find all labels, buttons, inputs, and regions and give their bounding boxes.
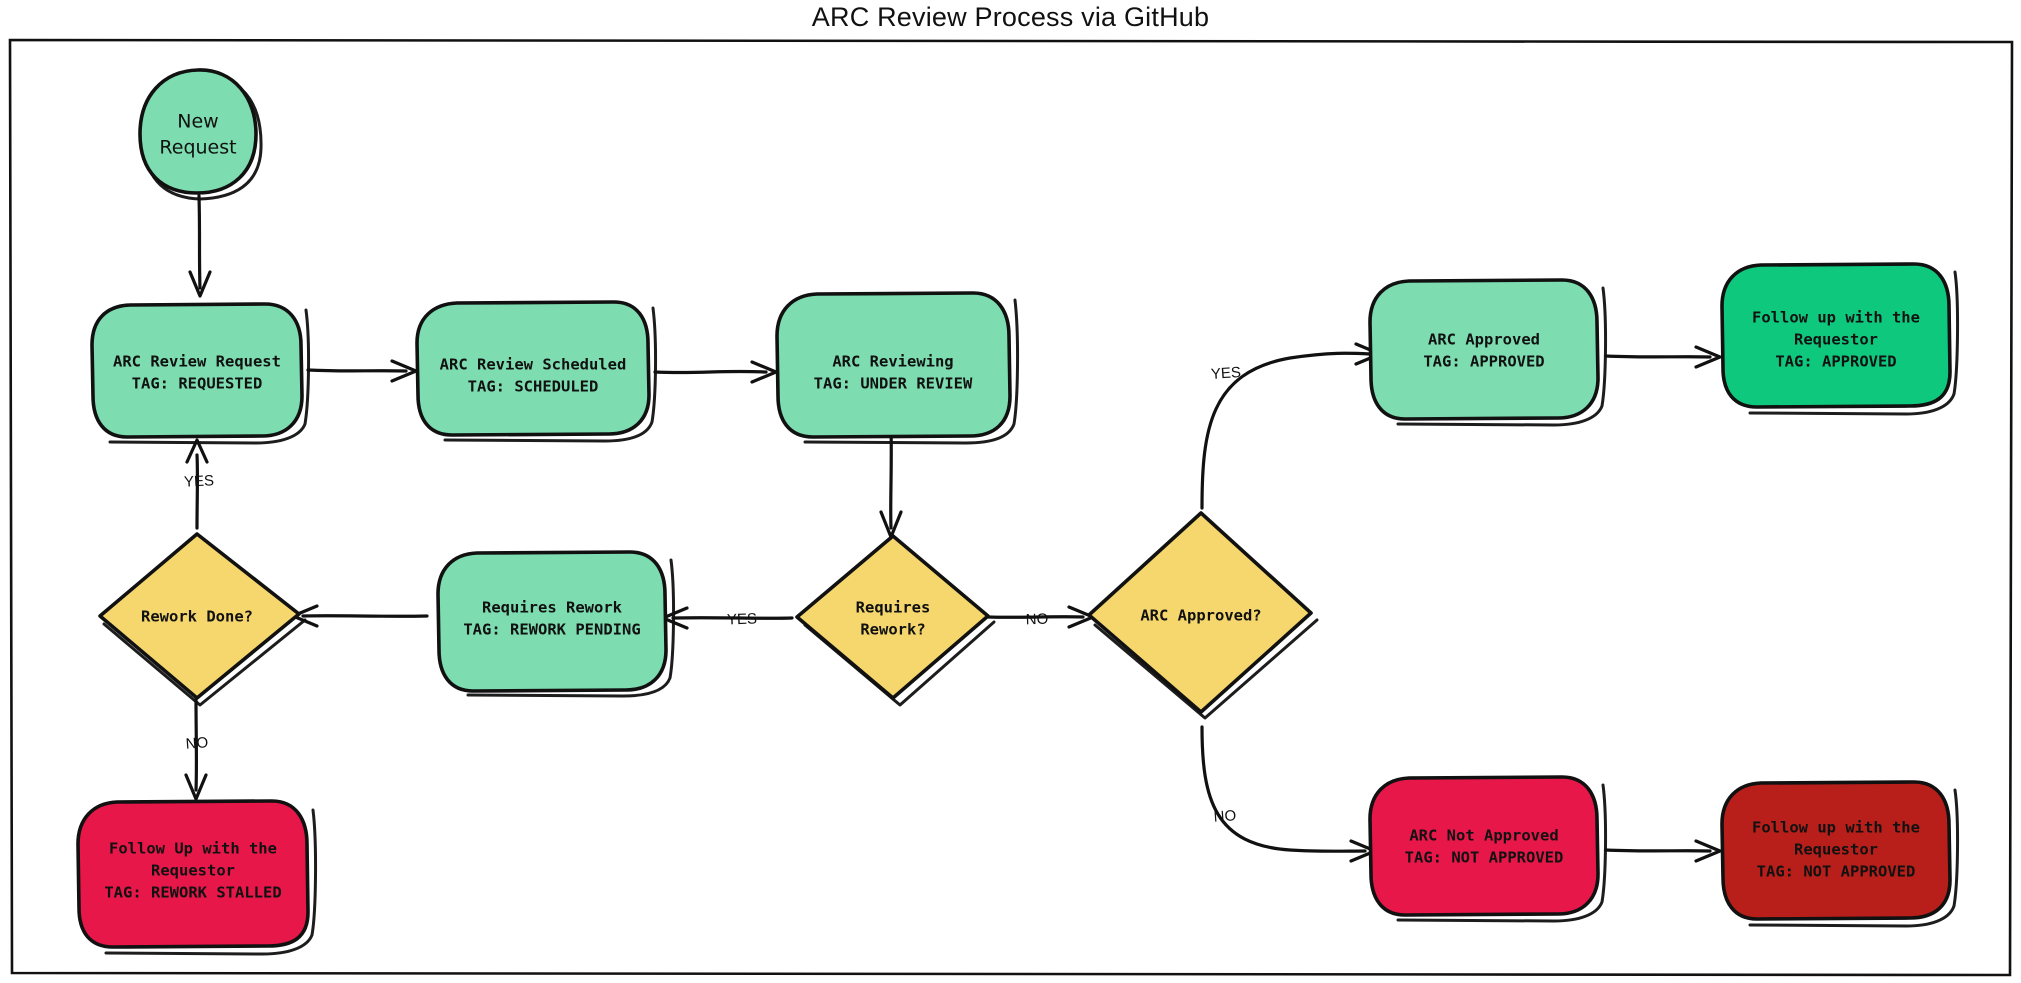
diagram-frame (8, 38, 2014, 977)
node-arc-approved-shape (1368, 278, 1600, 421)
edge-arc-approved-no (1200, 725, 1367, 853)
node-rework-done-line1: Rework Done? (141, 608, 253, 626)
node-arc-not-approved-shape (1368, 775, 1600, 917)
node-reviewing-line1: ARC Reviewing (832, 353, 953, 371)
node-arc-not-approved-line1: ARC Not Approved (1409, 827, 1558, 845)
node-arc-approved-decision-line1: ARC Approved? (1140, 607, 1261, 625)
node-requested-line2: TAG: REQUESTED (132, 375, 263, 393)
node-rework-stalled-line2: Requestor (151, 862, 235, 880)
node-requires-rework-state-line1: Requires Rework (482, 599, 623, 617)
edge-requested-to-scheduled (306, 368, 408, 373)
diagram-canvas: ARC Review Process via GitHub YES NO YES… (0, 0, 2021, 983)
node-requires-rework-decision[interactable]: Requires Rework? (795, 534, 996, 707)
node-followup-not-approved[interactable]: Follow up with the Requestor TAG: NOT AP… (1720, 780, 1960, 928)
edge-label-requires-rework-no: NO (1025, 611, 1048, 629)
node-requires-rework-line2: Rework? (860, 621, 925, 639)
node-arc-review-request[interactable]: ARC Review Request TAG: REQUESTED (90, 302, 311, 445)
edge-arc-approved-to-followup (1604, 354, 1712, 359)
edge-arc-not-approved-to-followup (1604, 848, 1712, 853)
node-arc-approved[interactable]: ARC Approved TAG: APPROVED (1368, 278, 1608, 427)
node-followup-not-approved-line3: TAG: NOT APPROVED (1757, 863, 1916, 881)
edge-labels-group: YES NO YES NO YES NO (184, 364, 1242, 826)
node-start[interactable]: New Request (138, 68, 263, 201)
node-requires-rework-state[interactable]: Requires Rework TAG: REWORK PENDING (436, 550, 676, 698)
edge-rework-state-to-rework-done (301, 614, 429, 618)
node-arc-approved-line1: ARC Approved (1428, 331, 1540, 349)
node-arc-review-scheduled[interactable]: ARC Review Scheduled TAG: SCHEDULED (415, 300, 658, 443)
node-followup-not-approved-line2: Requestor (1794, 841, 1878, 859)
node-rework-stalled[interactable]: Follow Up with the Requestor TAG: REWORK… (76, 799, 318, 956)
node-arc-approved-line2: TAG: APPROVED (1423, 353, 1544, 371)
node-rework-done-decision[interactable]: Rework Done? (98, 532, 307, 707)
edge-label-requires-rework-yes: YES (727, 610, 758, 628)
node-start-label-line2: Request (159, 137, 236, 159)
node-arc-reviewing[interactable]: ARC Reviewing TAG: UNDER REVIEW (775, 291, 1020, 445)
node-arc-not-approved-line2: TAG: NOT APPROVED (1405, 849, 1564, 867)
edge-label-rework-done-yes: YES (184, 472, 215, 491)
node-scheduled-line2: TAG: SCHEDULED (468, 378, 599, 396)
node-reviewing-line2: TAG: UNDER REVIEW (814, 375, 973, 393)
node-followup-approved[interactable]: Follow up with the Requestor TAG: APPROV… (1720, 262, 1960, 416)
node-followup-not-approved-line1: Follow up with the (1752, 819, 1920, 837)
edge-reviewing-to-requires-rework (889, 423, 893, 530)
node-arc-not-approved[interactable]: ARC Not Approved TAG: NOT APPROVED (1368, 775, 1608, 923)
node-scheduled-line1: ARC Review Scheduled (440, 356, 627, 374)
node-rework-stalled-line1: Follow Up with the (109, 840, 277, 858)
node-arc-approved-decision[interactable]: ARC Approved? (1087, 511, 1319, 720)
edge-label-arc-approved-no: NO (1213, 807, 1237, 826)
node-requires-rework-state-line2: TAG: REWORK PENDING (463, 621, 640, 639)
node-start-label-line1: New (177, 111, 218, 133)
node-requested-line1: ARC Review Request (113, 353, 281, 371)
node-followup-approved-line2: Requestor (1794, 331, 1878, 349)
node-requires-rework-line1: Requires (856, 599, 931, 617)
node-followup-approved-line3: TAG: APPROVED (1775, 353, 1896, 371)
edge-start-to-requested (197, 194, 202, 290)
edge-label-rework-done-no: NO (185, 734, 209, 753)
node-requires-rework-shape (795, 534, 990, 700)
edge-label-arc-approved-yes: YES (1210, 364, 1241, 383)
node-followup-approved-line1: Follow up with the (1752, 309, 1920, 327)
node-requested-shape (90, 302, 304, 439)
flowchart-svg: YES NO YES NO YES NO New Request ARC Rev… (8, 38, 2014, 977)
node-rework-stalled-line3: TAG: REWORK STALLED (104, 884, 281, 902)
edge-scheduled-to-reviewing (653, 369, 768, 375)
